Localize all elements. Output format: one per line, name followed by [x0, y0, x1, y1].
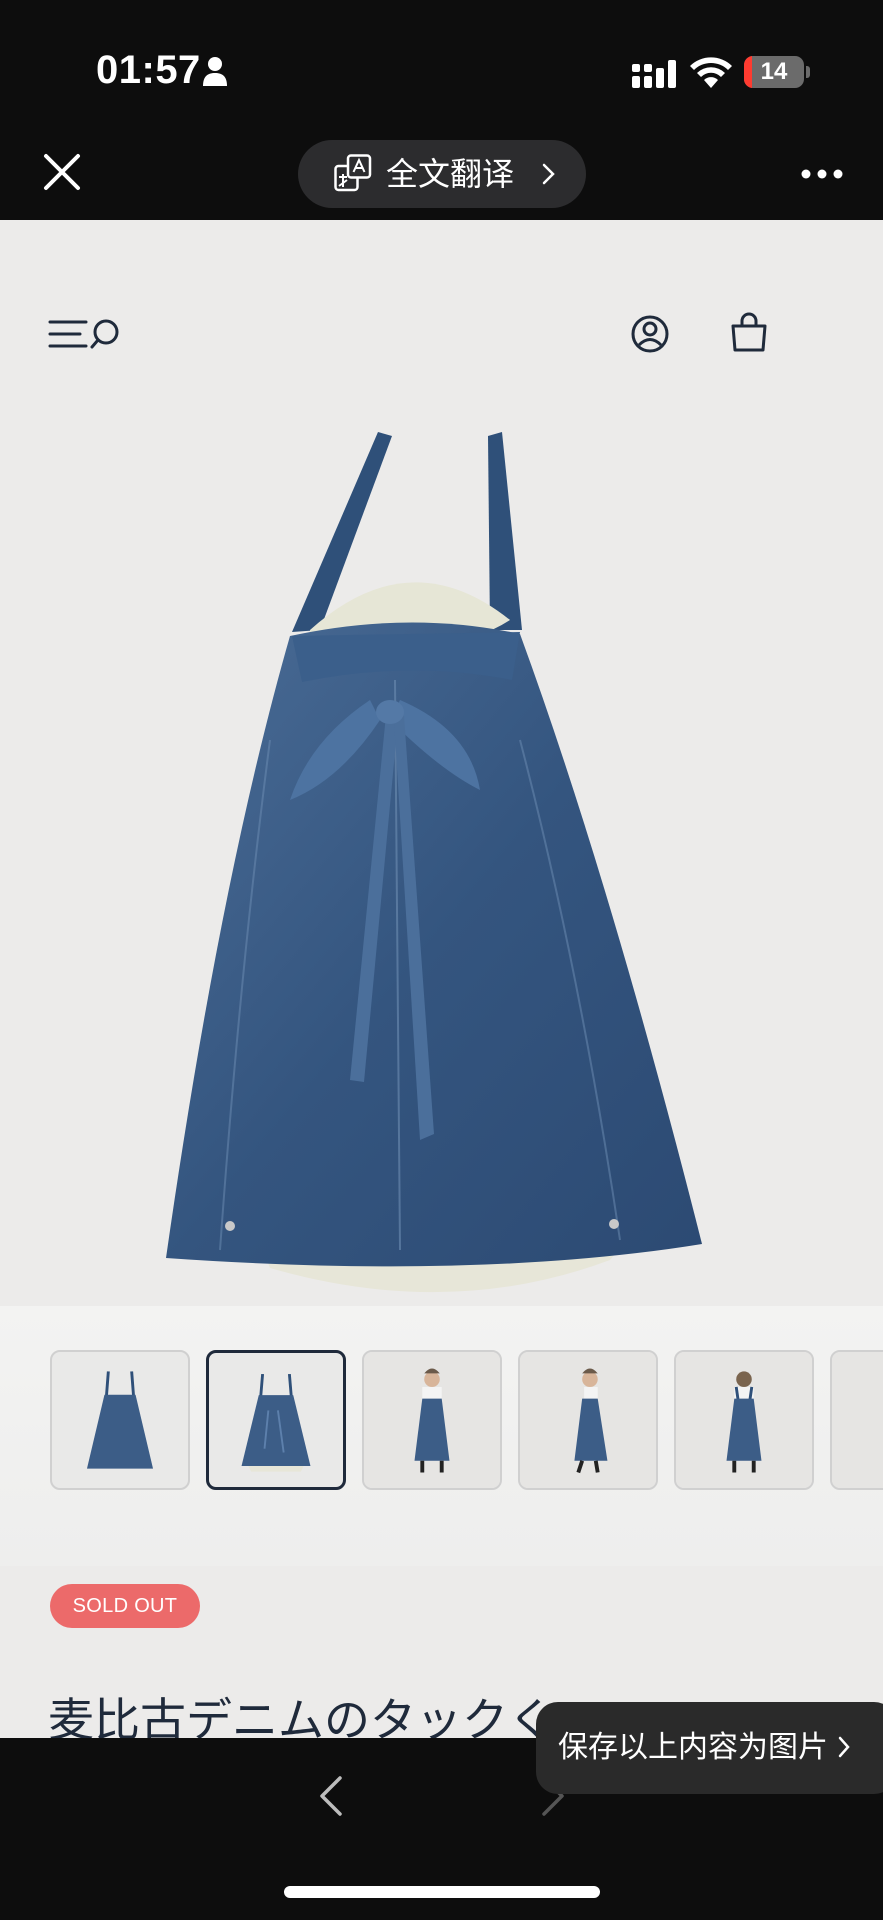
close-icon[interactable]: [40, 150, 84, 194]
back-icon[interactable]: [316, 1772, 346, 1820]
battery-tip: [806, 66, 810, 78]
web-content: SOLD OUT 麦比古デニムのタックく: [0, 220, 883, 1738]
save-as-image-label: 保存以上内容为图片: [558, 1730, 828, 1765]
signal-icon: [632, 60, 676, 88]
browser-top-bar: 全文翻译: [0, 140, 883, 220]
thumbnail-model-side[interactable]: [518, 1350, 658, 1490]
site-header: [0, 220, 883, 353]
chevron-right-icon: [838, 1736, 850, 1758]
cart-icon[interactable]: [728, 312, 770, 354]
thumbnail-partial[interactable]: [830, 1350, 883, 1490]
screen: 01:57 14 全文翻译 SOLD OUT 麦比古デニムのタックく 保存以上内…: [0, 0, 883, 1920]
chevron-right-icon: [542, 163, 555, 185]
thumbnail-model-front[interactable]: [362, 1350, 502, 1490]
account-icon[interactable]: [630, 314, 670, 354]
menu-search-icon[interactable]: [48, 316, 124, 352]
translate-icon: [334, 154, 372, 192]
more-icon[interactable]: [800, 168, 844, 180]
translate-label: 全文翻译: [386, 155, 515, 193]
sold-out-badge: SOLD OUT: [50, 1584, 200, 1628]
thumbnail-strip: [0, 1306, 883, 1566]
thumbnail-flat-back[interactable]: [206, 1350, 346, 1490]
search-icon: [90, 319, 119, 349]
menu-icon: [48, 320, 88, 348]
product-image[interactable]: [150, 320, 730, 1430]
thumbnail-model-back[interactable]: [674, 1350, 814, 1490]
battery-icon: 14: [744, 56, 804, 88]
wifi-icon: [690, 57, 732, 88]
status-bar: 01:57 14: [0, 0, 883, 140]
translate-button[interactable]: 全文翻译: [298, 140, 586, 208]
status-time: 01:57: [96, 48, 201, 92]
thumbnail-flat-front[interactable]: [50, 1350, 190, 1490]
battery-level: 14: [760, 58, 788, 85]
home-indicator: [284, 1886, 600, 1898]
save-as-image-button[interactable]: 保存以上内容为图片: [536, 1702, 883, 1794]
person-icon: [203, 57, 227, 86]
